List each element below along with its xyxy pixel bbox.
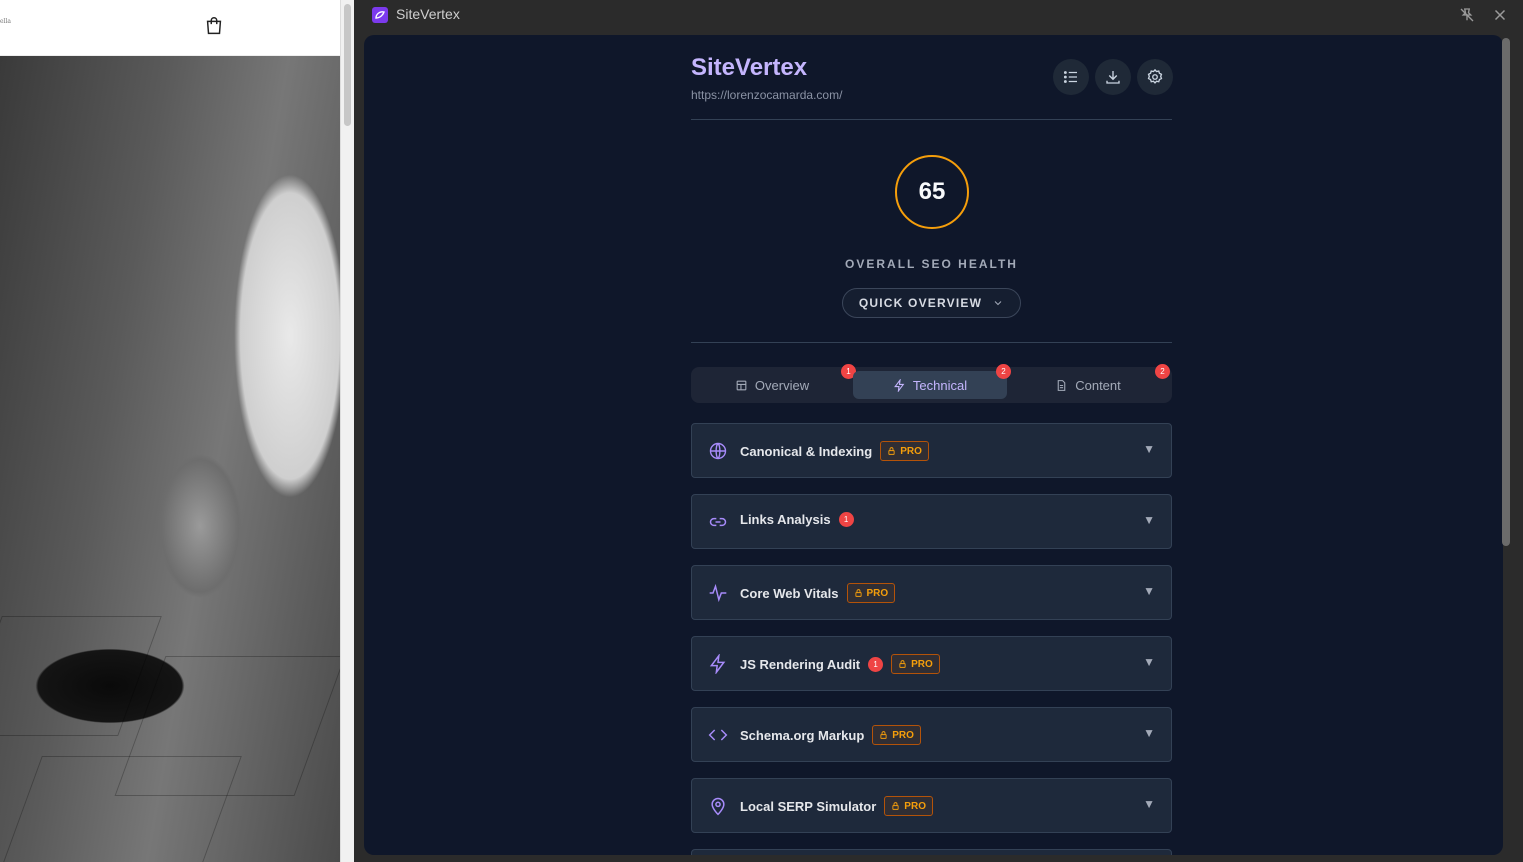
gear-icon: [1147, 68, 1163, 84]
globe-icon: [709, 442, 727, 460]
website-header: ella: [0, 0, 340, 56]
score-label: OVERALL SEO HEALTH: [845, 257, 1018, 271]
score-value: 65: [918, 178, 946, 205]
section-canonical-indexing[interactable]: Canonical & Indexing PRO ▼: [691, 423, 1172, 478]
tab-overview[interactable]: Overview 1: [695, 364, 856, 399]
lightning-icon: [893, 378, 905, 392]
expand-caret-icon[interactable]: ▼: [1143, 584, 1155, 598]
tab-label: Technical: [912, 377, 968, 393]
list-button[interactable]: [1053, 59, 1089, 95]
pro-label: PRO: [911, 658, 933, 670]
extension-panel: SiteVertex https://lorenzocamarda.com/ 6…: [364, 35, 1503, 855]
link-icon: [709, 517, 727, 527]
pro-badge: PRO: [884, 796, 933, 816]
tab-technical[interactable]: Technical 2: [853, 364, 1011, 399]
lock-icon: [854, 589, 862, 597]
expand-caret-icon[interactable]: ▼: [1143, 726, 1155, 740]
website-scrollbar-thumb[interactable]: [344, 4, 351, 126]
app-logo-icon: [372, 7, 388, 23]
tab-content[interactable]: Content 2: [1011, 364, 1170, 399]
section-title: Schema.org Markup: [740, 727, 865, 743]
lightning-icon: [709, 654, 726, 674]
section-header: Links Analysis 1: [740, 512, 854, 527]
document-icon: [1057, 379, 1066, 391]
section-title: Links Analysis: [740, 512, 831, 527]
divider: [691, 119, 1172, 120]
expand-caret-icon[interactable]: ▼: [1143, 513, 1155, 527]
quick-overview-button[interactable]: QUICK OVERVIEW: [842, 288, 1021, 318]
pro-badge: PRO: [872, 725, 921, 745]
unpin-icon[interactable]: [1458, 6, 1476, 24]
floor-tile: [0, 616, 162, 736]
pro-badge: PRO: [846, 583, 896, 603]
section-core-web-vitals[interactable]: Core Web Vitals PRO ▼: [691, 565, 1172, 620]
website-logo[interactable]: ella: [0, 18, 11, 25]
pro-label: PRO: [892, 729, 914, 741]
issue-count-badge: 1: [838, 512, 854, 527]
section-local-serp-simulator[interactable]: Local SERP Simulator PRO ▼: [691, 778, 1172, 833]
pro-label: PRO: [866, 587, 889, 599]
section-title: JS Rendering Audit: [740, 656, 861, 672]
tab-badge: 2: [996, 364, 1011, 379]
section-schema-markup[interactable]: Schema.org Markup PRO ▼: [691, 707, 1172, 762]
section-header: Canonical & Indexing PRO: [740, 441, 929, 461]
section-header: JS Rendering Audit 1 PRO: [740, 654, 940, 674]
hero-photo: [0, 56, 340, 862]
expand-caret-icon[interactable]: ▼: [1143, 797, 1155, 811]
section-header: Core Web Vitals PRO: [740, 583, 896, 603]
tab-badge: 2: [1155, 364, 1170, 379]
pro-label: PRO: [904, 800, 926, 812]
chevron-down-icon: [994, 301, 1002, 306]
map-pin-icon: [711, 797, 725, 816]
extension-window: SiteVertex SiteVertex https://lorenzocam…: [354, 0, 1523, 862]
page-url: https://lorenzocamarda.com/: [691, 88, 843, 102]
expand-caret-icon[interactable]: ▼: [1143, 442, 1155, 456]
pro-badge: PRO: [880, 441, 929, 461]
download-button[interactable]: [1095, 59, 1131, 95]
list-icon: [1063, 71, 1077, 83]
tab-label: Content: [1075, 377, 1121, 393]
quick-overview-label: QUICK OVERVIEW: [858, 296, 983, 310]
section-title: Core Web Vitals: [740, 585, 839, 601]
section-title: Local SERP Simulator: [740, 798, 877, 814]
settings-button[interactable]: [1137, 59, 1173, 95]
window-title: SiteVertex: [396, 6, 460, 22]
lock-icon: [880, 731, 887, 739]
section-title: Canonical & Indexing: [740, 443, 873, 459]
website-scrollbar[interactable]: [340, 0, 354, 862]
panel-scrollbar-thumb[interactable]: [1502, 38, 1510, 546]
lock-icon: [899, 660, 906, 668]
divider: [691, 342, 1172, 343]
score-ring: 65: [895, 155, 969, 229]
website-view: ella: [0, 0, 340, 862]
tab-bar: Overview 1 Technical 2 Content 2: [691, 364, 1172, 403]
close-icon[interactable]: [1491, 6, 1509, 24]
section-header: Local SERP Simulator PRO: [740, 796, 933, 816]
screen: ella SiteVertex SiteVertex https://loren…: [0, 0, 1523, 862]
pro-label: PRO: [900, 445, 922, 457]
section-js-rendering-audit[interactable]: JS Rendering Audit 1 PRO ▼: [691, 636, 1172, 691]
code-icon: [708, 729, 728, 741]
issue-count-badge: 1: [868, 656, 884, 672]
section-links-analysis[interactable]: Links Analysis 1 ▼: [691, 494, 1172, 549]
title-bar: SiteVertex: [354, 0, 1523, 30]
lock-icon: [888, 447, 895, 455]
floor-tile: [0, 756, 242, 862]
activity-icon: [709, 583, 727, 603]
pro-badge: PRO: [891, 654, 940, 674]
expand-caret-icon[interactable]: ▼: [1143, 655, 1155, 669]
lock-icon: [892, 802, 899, 810]
tab-label: Overview: [754, 377, 810, 393]
shopping-bag-icon[interactable]: [203, 15, 225, 37]
download-icon: [1106, 71, 1120, 84]
brand-title: SiteVertex: [691, 54, 808, 81]
layout-icon: [736, 380, 747, 390]
section-partial[interactable]: [691, 849, 1172, 855]
section-header: Schema.org Markup PRO: [740, 725, 921, 745]
